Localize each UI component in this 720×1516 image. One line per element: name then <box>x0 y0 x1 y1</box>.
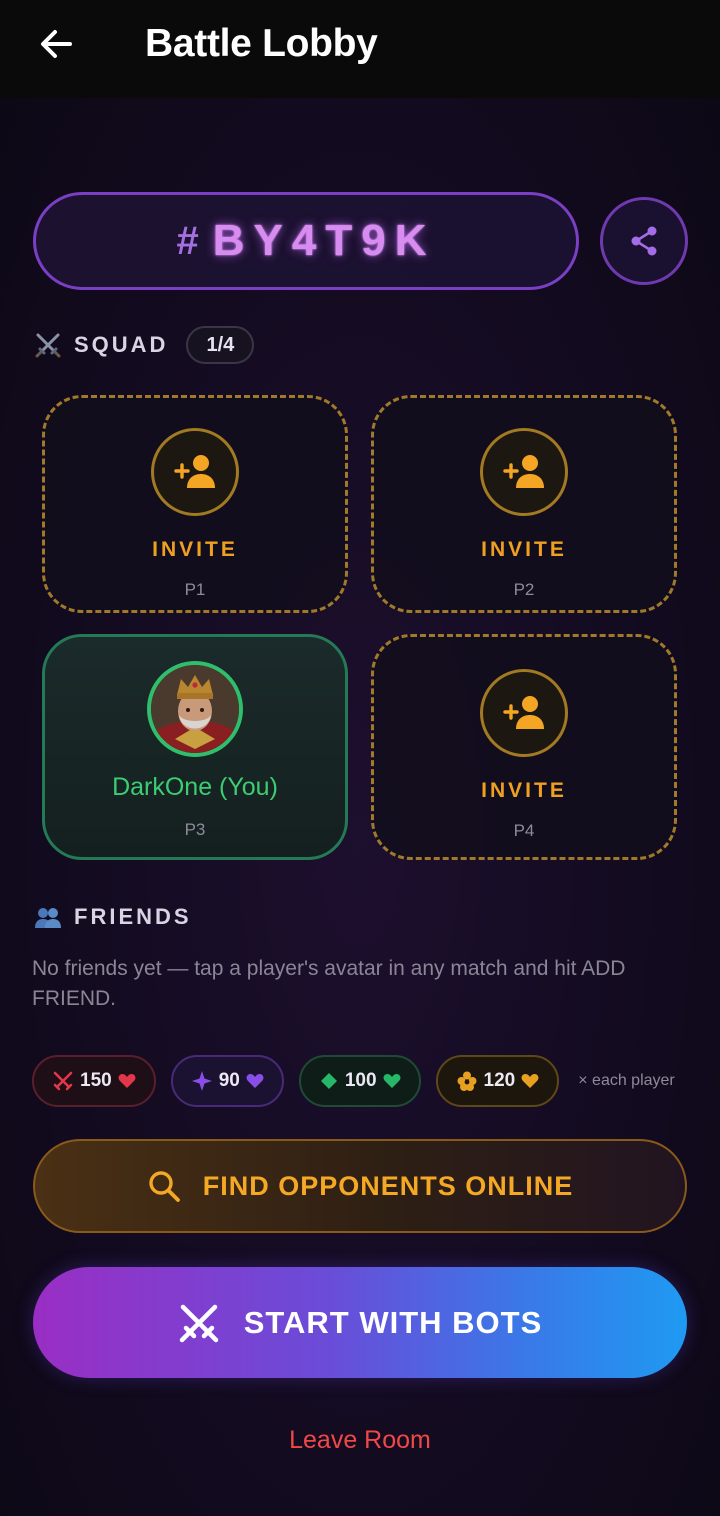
room-code: BY4T9K <box>212 216 436 265</box>
page-title: Battle Lobby <box>145 22 378 65</box>
app-bar: Battle Lobby <box>0 0 720 98</box>
heart-icon <box>246 1074 264 1088</box>
room-hash: # <box>176 218 199 263</box>
player-name: DarkOne (You) <box>112 773 278 801</box>
squad-header: SQUAD 1/4 <box>34 326 255 364</box>
sparkle-icon <box>191 1071 212 1091</box>
people-icon <box>35 908 61 928</box>
add-person-icon <box>503 455 544 488</box>
heart-icon <box>383 1074 401 1088</box>
leave-room-link[interactable]: Leave Room <box>0 1426 720 1455</box>
entry-fee-row: 150 90 100 120 × each player <box>32 1055 675 1107</box>
find-opponents-label: FIND OPPONENTS ONLINE <box>202 1170 574 1201</box>
squad-count-badge: 1/4 <box>186 326 255 364</box>
slot-position: P2 <box>513 580 535 599</box>
start-with-bots-label: START WITH BOTS <box>243 1304 543 1340</box>
invite-label: INVITE <box>481 779 567 802</box>
fee-value: 90 <box>218 1070 240 1091</box>
arrow-left-icon <box>41 30 72 58</box>
add-person-icon <box>503 696 544 729</box>
fee-chip-swords: 150 <box>32 1055 156 1107</box>
crossed-swords-icon <box>179 1304 218 1342</box>
squad-slot-p3[interactable]: DarkOne (You) P3 <box>42 634 348 860</box>
find-opponents-button[interactable]: FIND OPPONENTS ONLINE <box>33 1139 687 1233</box>
fee-note: × each player <box>578 1072 675 1089</box>
back-button[interactable] <box>30 20 82 68</box>
friends-header: FRIENDS <box>34 904 192 930</box>
start-with-bots-button[interactable]: START WITH BOTS <box>33 1267 687 1378</box>
avatar[interactable] <box>147 661 243 757</box>
fee-chip-diamond: 100 <box>298 1055 421 1107</box>
room-code-badge[interactable]: # BY4T9K <box>33 192 579 290</box>
slot-position: P1 <box>184 580 206 599</box>
invite-label: INVITE <box>481 538 567 561</box>
flower-icon <box>457 1071 477 1091</box>
diamond-icon <box>320 1073 337 1089</box>
fee-chip-flower: 120 <box>435 1055 560 1107</box>
squad-label: SQUAD <box>74 332 169 357</box>
friends-label: FRIENDS <box>74 904 192 929</box>
invite-icon-circle <box>480 669 568 757</box>
fee-value: 150 <box>80 1070 112 1091</box>
king-avatar-image <box>151 665 239 753</box>
friends-empty-text: No friends yet — tap a player's avatar i… <box>32 957 626 1010</box>
crossed-swords-icon <box>35 333 61 358</box>
squad-slot-p1[interactable]: INVITE P1 <box>42 395 348 613</box>
heart-icon <box>118 1074 136 1088</box>
invite-icon-circle <box>151 428 239 516</box>
slot-position: P4 <box>513 821 535 840</box>
add-person-icon <box>174 455 215 488</box>
invite-label: INVITE <box>152 538 238 561</box>
battle-lobby-screen: Battle Lobby # BY4T9K SQUAD 1/4 INVITE P… <box>0 0 720 1516</box>
search-icon <box>149 1171 180 1202</box>
share-icon <box>631 226 657 256</box>
swords-icon <box>53 1071 73 1091</box>
slot-position: P3 <box>184 820 206 839</box>
fee-value: 100 <box>344 1070 377 1091</box>
fee-value: 120 <box>483 1070 516 1091</box>
fee-chip-sparkle: 90 <box>170 1055 284 1107</box>
share-button[interactable] <box>600 197 688 285</box>
squad-slot-p4[interactable]: INVITE P4 <box>371 634 677 860</box>
heart-icon <box>521 1074 539 1088</box>
invite-icon-circle <box>480 428 568 516</box>
squad-slot-p2[interactable]: INVITE P2 <box>371 395 677 613</box>
